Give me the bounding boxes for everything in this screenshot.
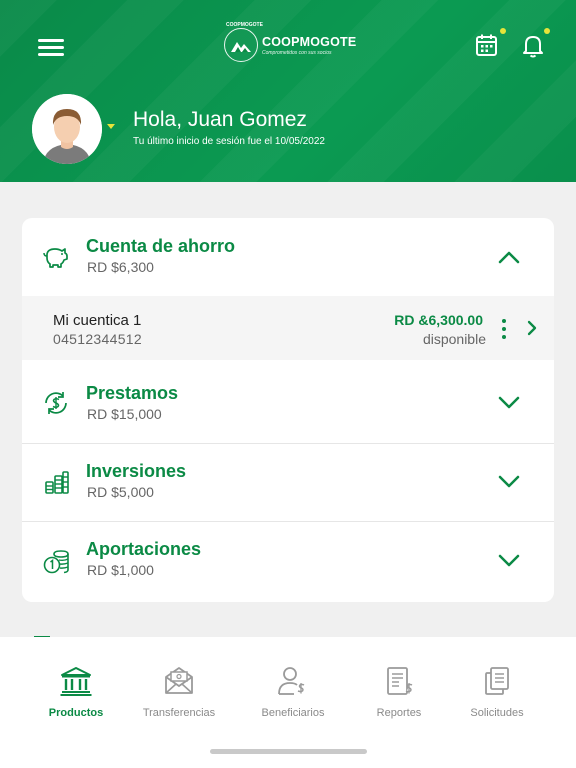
account-available-label: disponible <box>422 331 486 347</box>
tab-productos[interactable]: Productos <box>21 665 131 719</box>
product-title: Inversiones <box>86 461 187 481</box>
chevron-down-icon[interactable] <box>498 474 520 488</box>
logo-tagline: Comprometidos con sus socios <box>262 49 332 56</box>
transfer-envelope-icon <box>165 667 193 694</box>
product-contributions[interactable]: Aportaciones RD $1,000 <box>22 522 554 602</box>
menu-icon[interactable] <box>38 36 66 58</box>
tab-label: Reportes <box>376 707 422 719</box>
product-title: Cuenta de ahorro <box>86 236 236 256</box>
requests-documents-icon <box>485 667 509 695</box>
chevron-right-icon[interactable] <box>526 320 538 336</box>
tab-transferencias[interactable]: Transferencias <box>124 665 234 719</box>
tab-label: Beneficiarios <box>261 707 325 719</box>
product-loans[interactable]: Prestamos RD $15,000 <box>22 360 554 443</box>
chevron-up-icon[interactable] <box>498 250 520 264</box>
logo-mountain-icon <box>224 28 258 62</box>
calendar-icon[interactable] <box>474 32 502 60</box>
account-item[interactable]: Mi cuentica 1 04512344512 RD &6,300.00 d… <box>22 296 554 360</box>
account-number: 04512344512 <box>53 331 142 347</box>
last-login-text: Tu último inicio de sesión fue el 10/05/… <box>133 136 325 147</box>
tab-solicitudes[interactable]: Solicitudes <box>442 665 552 719</box>
coins-stack-icon <box>45 471 69 494</box>
coin-contribution-icon <box>43 550 69 574</box>
home-indicator[interactable] <box>210 749 367 754</box>
product-title: Prestamos <box>86 383 179 403</box>
bank-building-icon <box>60 667 92 696</box>
tab-label: Productos <box>48 707 104 719</box>
user-dollar-icon <box>278 667 305 695</box>
report-document-icon <box>387 667 413 695</box>
account-balance: RD &6,300.00 <box>394 312 483 328</box>
product-title: Aportaciones <box>86 539 202 559</box>
product-amount: RD $6,300 <box>87 259 154 275</box>
greeting: Hola, Juan Gomez <box>133 108 307 131</box>
calendar-notification-dot <box>500 28 506 34</box>
products-card: Cuenta de ahorro RD $6,300 Mi cuentica 1… <box>22 218 554 602</box>
bell-icon[interactable] <box>520 32 548 60</box>
tab-label: Solicitudes <box>470 707 524 719</box>
product-investments[interactable]: Inversiones RD $5,000 <box>22 444 554 521</box>
tab-label: Transferencias <box>142 707 216 719</box>
logo-name: COOPMOGOTE <box>262 34 357 49</box>
loan-refresh-dollar-icon <box>45 392 67 414</box>
logo-arc-text: COOPMOGOTE <box>226 22 263 28</box>
brand-logo: COOPMOGOTE Comprometidos con sus socios … <box>224 22 357 62</box>
tab-beneficiarios[interactable]: Beneficiarios <box>238 665 348 719</box>
product-amount: RD $1,000 <box>87 562 154 578</box>
product-amount: RD $15,000 <box>87 406 162 422</box>
bell-notification-dot <box>544 28 550 34</box>
profile-dropdown-icon[interactable] <box>107 124 115 129</box>
chevron-down-icon[interactable] <box>498 395 520 409</box>
product-savings-account[interactable]: Cuenta de ahorro RD $6,300 <box>22 218 554 296</box>
account-name: Mi cuentica 1 <box>53 312 142 329</box>
piggy-bank-icon <box>43 248 68 268</box>
chevron-down-icon[interactable] <box>498 553 520 567</box>
tab-reportes[interactable]: Reportes <box>344 665 454 719</box>
avatar[interactable] <box>32 94 102 164</box>
more-options-icon[interactable] <box>500 318 508 340</box>
product-amount: RD $5,000 <box>87 484 154 500</box>
app-header: COOPMOGOTE Comprometidos con sus socios … <box>0 0 576 182</box>
